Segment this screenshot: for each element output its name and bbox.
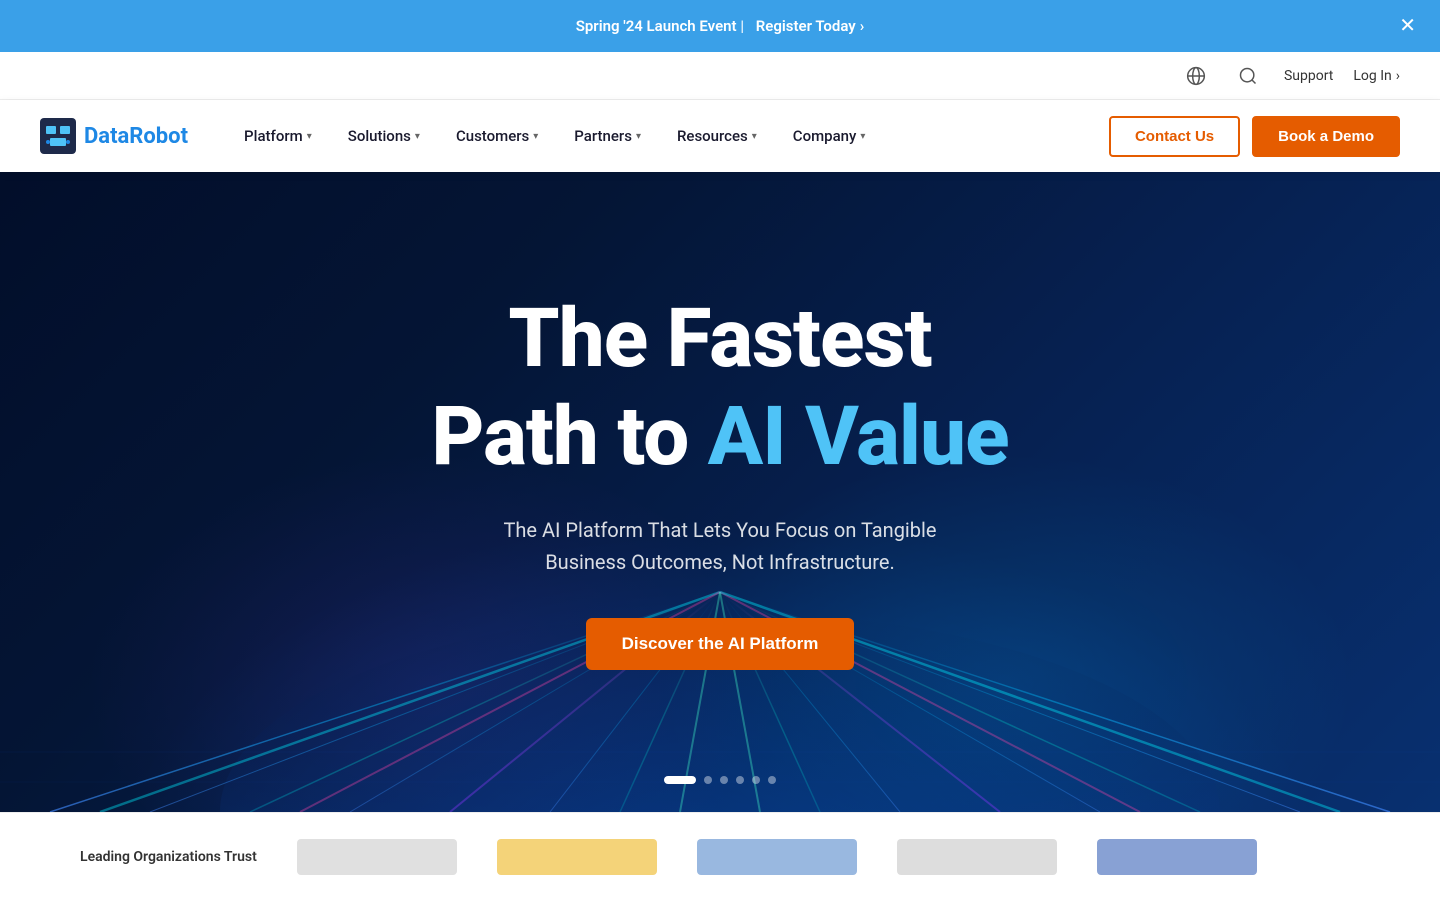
discover-platform-button[interactable]: Discover the AI Platform (586, 618, 855, 670)
utility-bar: Support Log In › (0, 52, 1440, 100)
main-navbar: DataRobot Platform ▾ Solutions ▾ Custome… (0, 100, 1440, 172)
carousel-dot-6[interactable] (768, 776, 776, 784)
hero-subtitle-line1: The AI Platform That Lets You Focus on T… (503, 518, 936, 542)
announcement-event-name: Spring '24 Launch Event (576, 17, 737, 35)
book-demo-button[interactable]: Book a Demo (1252, 116, 1400, 157)
carousel-dot-5[interactable] (752, 776, 760, 784)
logo-robot: Robot (129, 124, 188, 149)
trust-strip: Leading Organizations Trust (0, 812, 1440, 900)
nav-resources[interactable]: Resources ▾ (661, 119, 773, 153)
contact-us-button[interactable]: Contact Us (1109, 116, 1240, 157)
globe-icon[interactable] (1180, 60, 1212, 92)
nav-solutions[interactable]: Solutions ▾ (332, 119, 436, 153)
register-link[interactable]: Register Today › (756, 17, 865, 35)
hero-subtitle: The AI Platform That Lets You Focus on T… (431, 514, 1008, 578)
carousel-dot-1[interactable] (664, 776, 696, 784)
carousel-dot-2[interactable] (704, 776, 712, 784)
nav-platform[interactable]: Platform ▾ (228, 119, 328, 153)
trust-label: Leading Organizations Trust (80, 849, 257, 865)
hero-title-line2: Path to AI Value (431, 392, 1008, 482)
nav-partners-label: Partners (574, 127, 632, 145)
nav-resources-label: Resources (677, 127, 748, 145)
partner-logo-3 (697, 839, 857, 875)
login-label: Log In (1353, 68, 1391, 84)
carousel-dots (664, 776, 776, 784)
nav-customers-chevron: ▾ (533, 131, 538, 142)
nav-partners-chevron: ▾ (636, 131, 641, 142)
nav-company-label: Company (793, 127, 857, 145)
partner-logo-4 (897, 839, 1057, 875)
carousel-dot-4[interactable] (736, 776, 744, 784)
hero-title-plain: Path to (431, 389, 707, 485)
register-text: Register Today (756, 17, 856, 35)
nav-solutions-chevron: ▾ (415, 131, 420, 142)
hero-section: The Fastest Path to AI Value The AI Plat… (0, 172, 1440, 812)
logo-icon (40, 118, 76, 154)
search-icon[interactable] (1232, 60, 1264, 92)
logo-text: DataRobot (84, 124, 188, 149)
partner-logo-5 (1097, 839, 1257, 875)
nav-solutions-label: Solutions (348, 127, 411, 145)
partner-logo-1 (297, 839, 457, 875)
login-link[interactable]: Log In › (1353, 68, 1400, 84)
hero-content: The Fastest Path to AI Value The AI Plat… (431, 294, 1008, 670)
logo-link[interactable]: DataRobot (40, 118, 188, 154)
register-arrow: › (860, 17, 865, 35)
login-arrow: › (1396, 68, 1400, 84)
nav-customers[interactable]: Customers ▾ (440, 119, 554, 153)
nav-resources-chevron: ▾ (752, 131, 757, 142)
announcement-text: Spring '24 Launch Event | Register Today… (576, 17, 865, 35)
announcement-banner: Spring '24 Launch Event | Register Today… (0, 0, 1440, 52)
nav-partners[interactable]: Partners ▾ (558, 119, 657, 153)
hero-subtitle-line2: Business Outcomes, Not Infrastructure. (545, 550, 895, 574)
partner-logo-2 (497, 839, 657, 875)
announcement-close-button[interactable]: ✕ (1399, 16, 1416, 36)
nav-links: Platform ▾ Solutions ▾ Customers ▾ Partn… (228, 119, 1109, 153)
nav-platform-chevron: ▾ (307, 131, 312, 142)
nav-actions: Contact Us Book a Demo (1109, 116, 1400, 157)
carousel-dot-3[interactable] (720, 776, 728, 784)
hero-title-highlight: AI Value (708, 389, 1009, 485)
hero-title-line1: The Fastest (431, 294, 1008, 384)
announcement-separator: | (740, 17, 744, 35)
nav-company-chevron: ▾ (860, 131, 865, 142)
nav-company[interactable]: Company ▾ (777, 119, 882, 153)
nav-platform-label: Platform (244, 127, 303, 145)
logo-data: Data (84, 124, 129, 149)
nav-customers-label: Customers (456, 127, 529, 145)
support-link[interactable]: Support (1284, 68, 1333, 84)
